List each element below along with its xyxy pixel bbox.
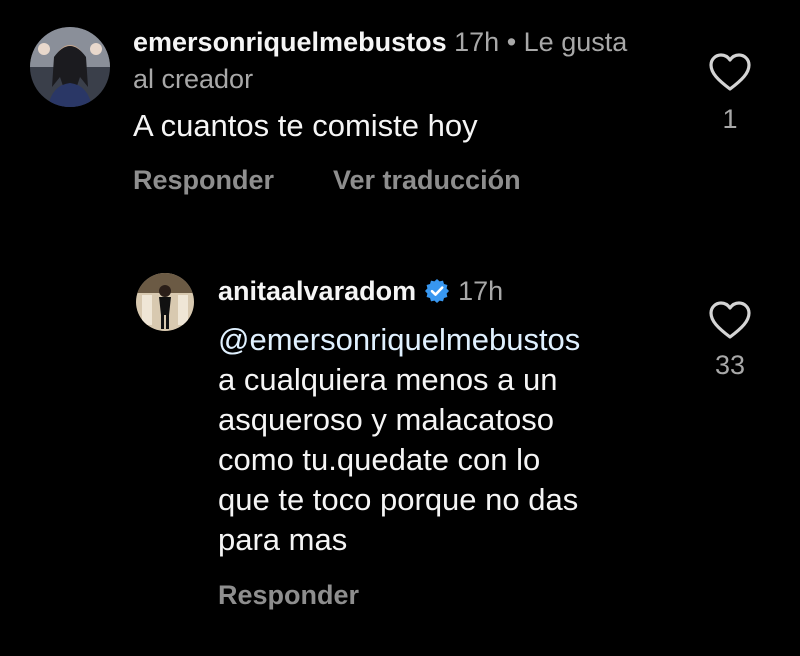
comment-text-line: como tu.quedate con lo — [218, 442, 541, 477]
timestamp: 17h — [454, 27, 500, 57]
like-count: 1 — [722, 104, 738, 134]
reply-button[interactable]: Responder — [133, 165, 274, 196]
comment-header: anitaalvaradom 17h — [218, 272, 503, 310]
like-count: 33 — [714, 350, 746, 380]
comment-text-line: para mas — [218, 522, 348, 557]
comment-header: emersonriquelmebustos 17h • Le gusta al … — [133, 24, 653, 98]
comment-text-line: que te toco porque no das — [218, 482, 579, 517]
comment-text: @emersonriquelmebustos a cualquiera meno… — [218, 320, 678, 560]
comment-text-line: a cualquiera menos a un — [218, 362, 558, 397]
username[interactable]: emersonriquelmebustos — [133, 27, 447, 57]
heart-outline-icon — [709, 53, 751, 91]
translate-button[interactable]: Ver traducción — [333, 165, 521, 196]
avatar[interactable] — [30, 27, 110, 107]
timestamp: 17h — [458, 276, 504, 306]
avatar[interactable] — [136, 273, 194, 331]
separator: • — [506, 27, 517, 57]
avatar-image — [136, 273, 194, 331]
avatar-image — [30, 27, 110, 107]
comment-text-line: asqueroso y malacatoso — [218, 402, 555, 437]
like-button[interactable] — [708, 52, 752, 92]
username[interactable]: anitaalvaradom — [218, 272, 416, 310]
like-button[interactable] — [708, 300, 752, 340]
mention-link[interactable]: @emersonriquelmebustos — [218, 320, 678, 360]
comment-text: A cuantos te comiste hoy — [133, 108, 478, 143]
reply-button[interactable]: Responder — [218, 580, 359, 611]
verified-badge-icon — [424, 278, 450, 304]
heart-outline-icon — [709, 301, 751, 339]
